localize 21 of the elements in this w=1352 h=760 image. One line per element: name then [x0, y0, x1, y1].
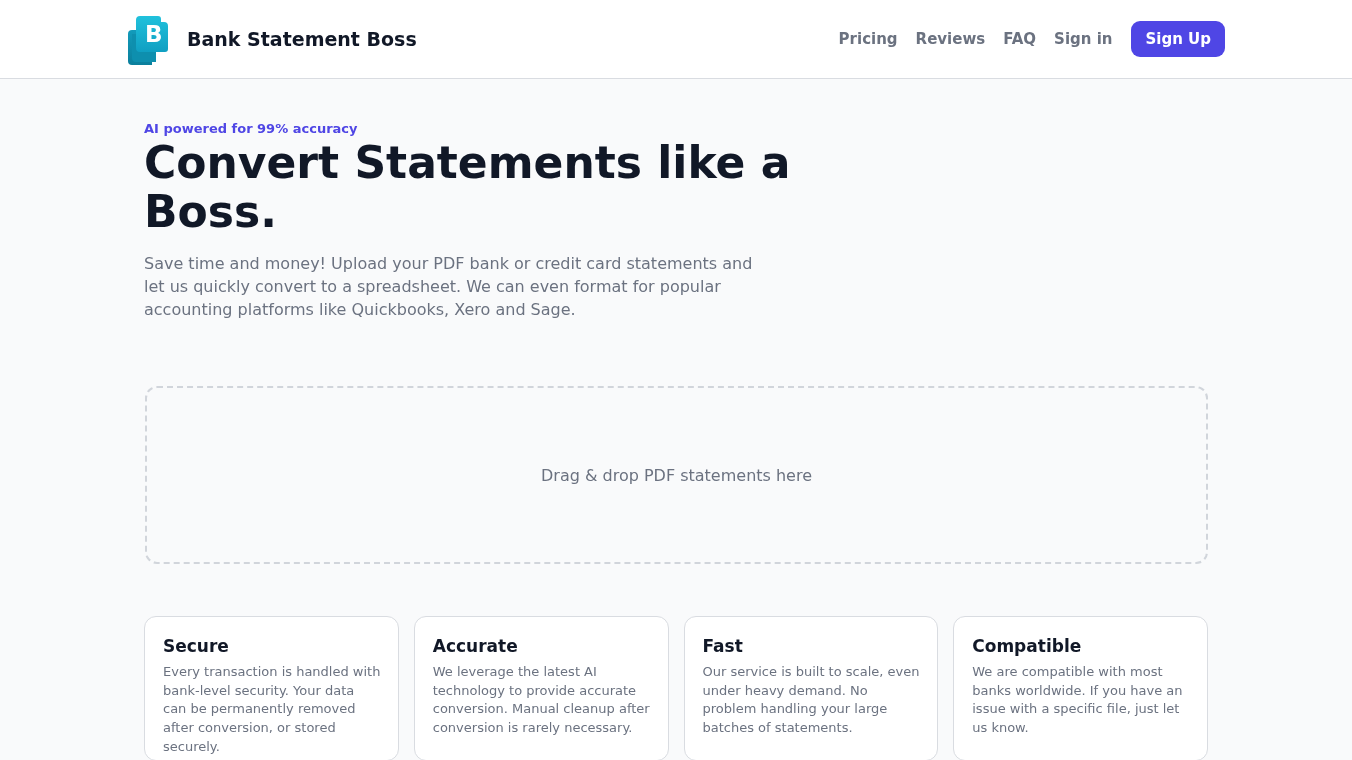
- logo-letter: B: [145, 20, 163, 47]
- hero-description: Save time and money! Upload your PDF bank or credit card statements and let us quickly convert to a spreadsheet. We can even format for popular accounting platforms like Quickbooks, Xero and Sage.: [144, 253, 754, 321]
- nav-link[interactable]: Pricing: [838, 30, 898, 48]
- feature-description: Every transaction is handled with bank-level security. Your data can be permanently removed after conversion, or stored securely.: [163, 663, 381, 756]
- logo-icon: [128, 15, 168, 65]
- drop-zone-label: Drag & drop PDF statements here: [541, 465, 812, 485]
- sign-up-button[interactable]: Sign Up: [1131, 21, 1225, 57]
- feature-description: We are compatible with most banks worldwide. If you have an issue with a specific file, just let us know.: [972, 663, 1184, 738]
- eyebrow-text: AI powered for 99% accuracy: [144, 120, 359, 137]
- hero-title: Convert Statements like a Boss.: [144, 138, 792, 236]
- feature-description: We leverage the latest AI technology to provide accurate conversion. Manual cleanup after conversion is rarely necessary.: [432, 663, 651, 738]
- feature-title: Accurate: [432, 635, 519, 657]
- feature-title: Secure: [163, 635, 230, 657]
- file-drop-zone[interactable]: Drag & drop PDF statements here: [145, 386, 1208, 564]
- feature-title: Fast: [702, 635, 744, 657]
- feature-title: Compatible: [972, 635, 1083, 657]
- feature-description: Our service is built to scale, even under heavy demand. No problem handling your large batches of statements.: [702, 663, 921, 738]
- brand-name: Bank Statement Boss: [187, 28, 417, 50]
- nav-link[interactable]: FAQ: [1003, 30, 1037, 48]
- nav-link[interactable]: Sign in: [1054, 30, 1113, 48]
- nav-link[interactable]: Reviews: [915, 30, 986, 48]
